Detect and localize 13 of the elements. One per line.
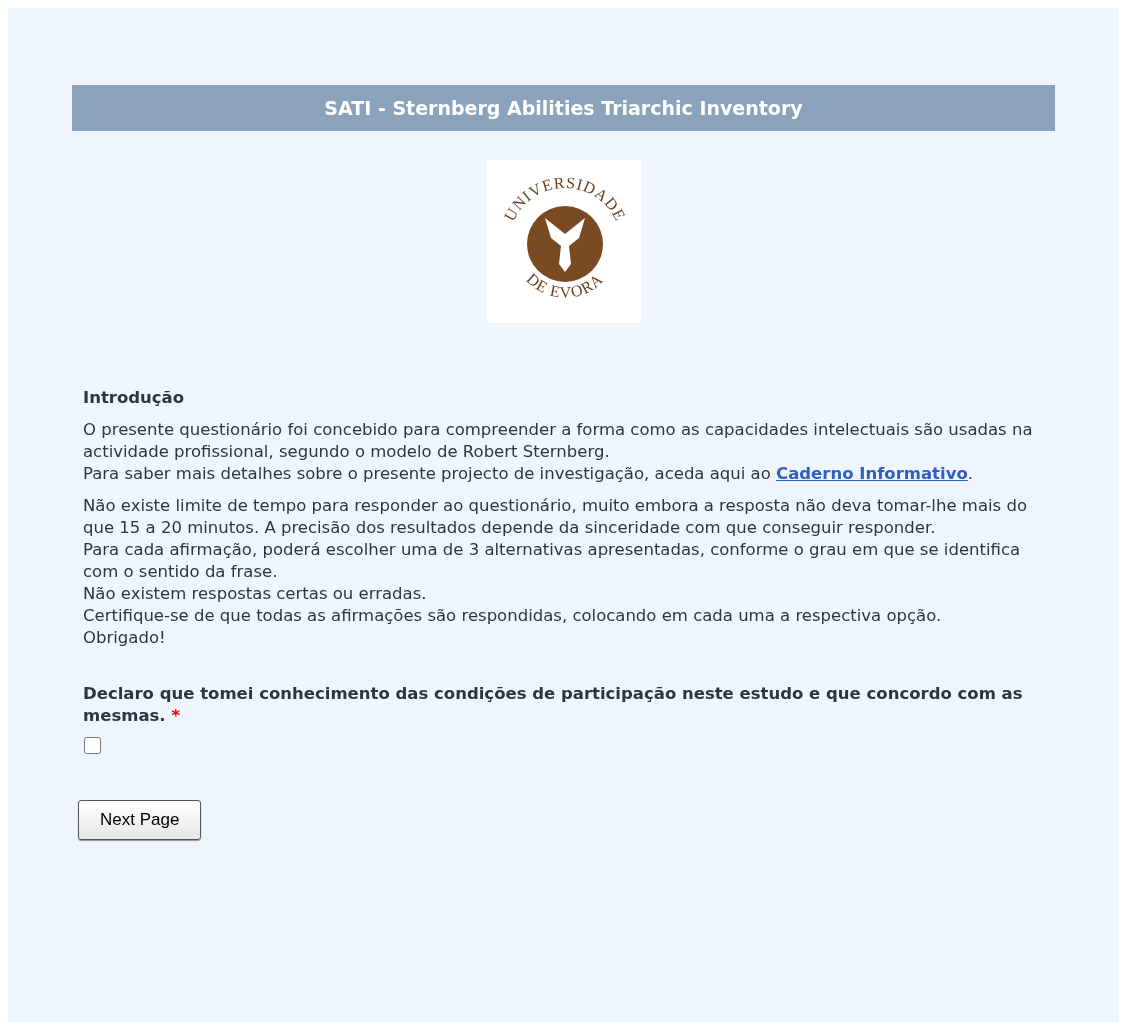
consent-question: Declaro que tomei conhecimento das condições de participação neste estudo e que concordo com as mesmas. * <box>83 683 1024 727</box>
intro-text: Não existe limite de tempo para responder ao questionário, muito embora a resposta não deva tomar-lhe mais do que 15 a 20 minutos. A precisão dos resultados depende da sinceridade com que conseguir responder. <box>83 495 1028 539</box>
intro-text: O presente questionário foi concebido para compreender a forma como as capacidades intelectuais são usadas na actividade profissional, segundo o modelo de Robert Sternberg. <box>83 419 1034 463</box>
info-link[interactable]: Caderno Informativo <box>776 464 968 483</box>
intro-text: Obrigado! <box>83 627 167 649</box>
intro-text: Para saber mais detalhes sobre o presente projecto de investigação, aceda aqui ao Caderno Informativo. <box>83 463 974 485</box>
intro-text: Certifique-se de que todas as afirmações são respondidas, colocando em cada uma a respectiva opção. <box>83 605 943 627</box>
next-page-button[interactable]: Next Page <box>78 800 202 840</box>
page-title: SATI - Sternberg Abilities Triarchic Inventory <box>324 95 803 121</box>
section-heading: Introdução <box>83 387 186 409</box>
consent-checkbox[interactable] <box>84 737 101 754</box>
intro-text: Não existem respostas certas ou erradas. <box>83 583 428 605</box>
intro-text: Para cada afirmação, poderá escolher uma de 3 alternativas apresentadas, conforme o grau em que se identifica com o sentido da frase. <box>83 539 1022 583</box>
